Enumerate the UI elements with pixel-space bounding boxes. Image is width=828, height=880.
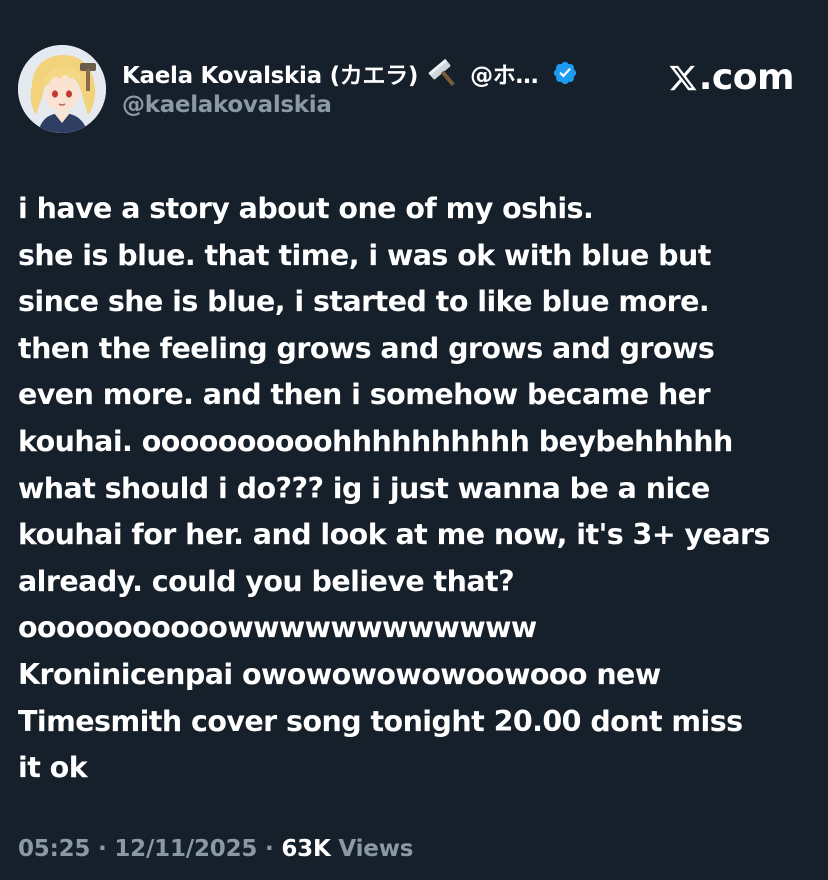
brand-domain-text: .com xyxy=(698,57,795,98)
views-count[interactable]: 63K xyxy=(281,836,330,862)
tweet-text: i have a story about one of my oshis. sh… xyxy=(18,186,814,792)
author-handle-truncated[interactable]: @ホ… xyxy=(470,56,538,90)
tweet-line: ooooooooooowwwwwwwwwwww xyxy=(18,611,537,645)
tweet-date[interactable]: 12/11/2025 xyxy=(114,836,257,862)
tweet-line: Kroninicenpai owowowowowoowooo new xyxy=(18,657,661,691)
meta-separator: · xyxy=(257,836,282,862)
avatar-image xyxy=(18,45,106,133)
author-display-name[interactable]: Kaela Kovalskia (カエラ) xyxy=(122,56,418,90)
tweet-time[interactable]: 05:25 xyxy=(18,836,90,862)
author-handle[interactable]: @kaelakovalskia xyxy=(122,92,332,118)
hammer-icon xyxy=(426,58,462,88)
avatar[interactable] xyxy=(18,45,106,133)
tweet-line: since she is blue, i started to like blu… xyxy=(18,285,710,319)
views-label: Views xyxy=(330,836,414,862)
x-logo-icon xyxy=(668,63,698,93)
tweet-line: it ok xyxy=(18,751,88,785)
verified-badge-icon xyxy=(552,60,578,86)
tweet-line: kouhai for her. and look at me now, it's… xyxy=(18,518,770,552)
tweet-line: what should i do??? ig i just wanna be a… xyxy=(18,471,710,505)
tweet-meta: 05:25 · 12/11/2025 · 63K Views xyxy=(18,836,413,862)
meta-separator: · xyxy=(90,836,115,862)
tweet-line: then the feeling grows and grows and gro… xyxy=(18,331,715,365)
tweet-line: Timesmith cover song tonight 20.00 dont … xyxy=(18,704,743,738)
site-brand[interactable]: .com xyxy=(668,57,795,98)
tweet-line: already. could you believe that? xyxy=(18,564,515,598)
tweet-header: Kaela Kovalskia (カエラ) @ホ… @kaelakovalski… xyxy=(18,45,810,135)
tweet-line: i have a story about one of my oshis. xyxy=(18,192,594,225)
author-name-row: Kaela Kovalskia (カエラ) @ホ… xyxy=(122,55,578,91)
tweet-line: she is blue. that time, i was ok with bl… xyxy=(18,238,711,272)
tweet-line: kouhai. oooooooooohhhhhhhhhh beybehhhhh xyxy=(18,424,733,458)
tweet-line: even more. and then i somehow became her xyxy=(18,378,711,412)
